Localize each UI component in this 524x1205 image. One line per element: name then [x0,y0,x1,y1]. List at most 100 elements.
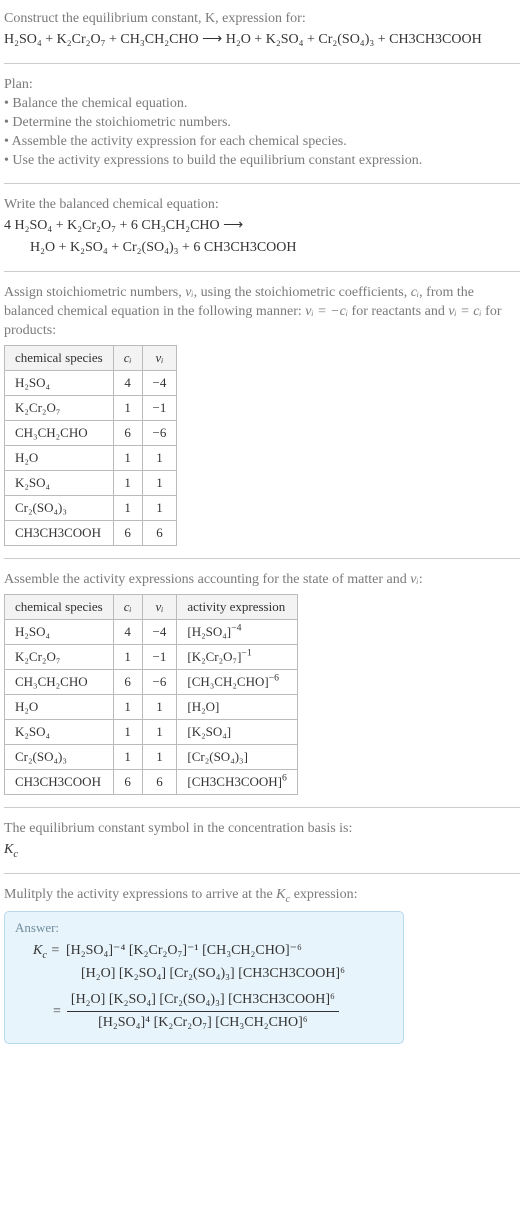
divider [4,558,520,559]
table-row: H₂SO₄4−4 [5,371,177,396]
ci-cell: 4 [113,371,142,396]
activity-cell: [H₂O] [177,694,298,719]
ci-cell: 4 [113,619,142,644]
table-header-row: chemical species cᵢ νᵢ activity expressi… [5,594,298,619]
vi-cell: 1 [142,744,177,769]
assign-text-part: Assign stoichiometric numbers, [4,285,185,300]
balanced-equation-line1: 4 H₂SO₄ + K₂Cr₂O₇ + 6 CH₃CH₂CHO ⟶ [4,215,520,237]
species-cell: H₂O [5,446,114,471]
prompt-line1: Construct the equilibrium constant, K, e… [4,10,520,29]
c-i: cᵢ [411,285,419,300]
col-vi: νᵢ [142,594,177,619]
ci-cell: 1 [113,446,142,471]
assign-text-part: , using the stoichiometric coefficients, [194,285,411,300]
vi-cell: 6 [142,769,177,794]
assign-text-part: for reactants and [348,304,448,319]
activity-cell: [CH3CH3COOH]6 [177,769,298,794]
species-cell: Cr₂(SO₄)₃ [5,744,114,769]
divider [4,873,520,874]
plan-section: Plan: • Balance the chemical equation. •… [4,70,520,176]
activity-cell: [K₂Cr₂O₇]−1 [177,644,298,669]
table-row: H₂O11[H₂O] [5,694,298,719]
kc-inline: Kc [276,887,290,902]
nu-i: νᵢ [410,572,418,587]
species-cell: K₂SO₄ [5,471,114,496]
species-cell: K₂Cr₂O₇ [5,644,114,669]
vi-cell: 1 [142,694,177,719]
relation-products: νᵢ = cᵢ [448,304,481,319]
activity-cell: [K₂SO₄] [177,719,298,744]
vi-cell: 1 [142,719,177,744]
vi-cell: −6 [142,421,177,446]
answer-label: Answer: [15,920,393,936]
col-ci: cᵢ [113,594,142,619]
species-cell: Cr₂(SO₄)₃ [5,496,114,521]
kc-expression-line2: [H₂O] [K₂SO₄] [Cr₂(SO₄)₃] [CH3CH3COOH]⁶ [81,963,393,985]
prompt-section: Construct the equilibrium constant, K, e… [4,4,520,57]
ci-cell: 1 [113,471,142,496]
unbalanced-equation: H₂SO₄ + K₂Cr₂O₇ + CH₃CH₂CHO ⟶ H₂O + K₂SO… [4,29,520,51]
nu-i: νᵢ [185,285,193,300]
stoich-table: chemical species cᵢ νᵢ H₂SO₄4−4 K₂Cr₂O₇1… [4,345,177,546]
answer-box: Answer: Kc = [H₂SO₄]⁻⁴ [K₂Cr₂O₇]⁻¹ [CH₃C… [4,911,404,1044]
ci-cell: 1 [113,396,142,421]
vi-cell: −4 [142,619,177,644]
assemble-text-part: : [419,572,423,587]
col-vi: νᵢ [142,346,177,371]
table-row: K₂Cr₂O₇1−1[K₂Cr₂O₇]−1 [5,644,298,669]
divider [4,271,520,272]
equals-sign: = [53,1001,61,1023]
table-row: K₂SO₄11 [5,471,177,496]
vi-cell: −4 [142,371,177,396]
species-cell: CH3CH3COOH [5,521,114,546]
activity-section: Assemble the activity expressions accoun… [4,565,520,801]
plan-heading: Plan: [4,76,520,95]
divider [4,183,520,184]
plan-item: • Assemble the activity expression for e… [4,133,520,152]
plan-item: • Determine the stoichiometric numbers. [4,114,520,133]
assign-text: Assign stoichiometric numbers, νᵢ, using… [4,284,520,341]
kc-equals: Kc = [33,940,60,962]
kc-symbol-section: The equilibrium constant symbol in the c… [4,814,520,867]
assemble-text-part: Assemble the activity expressions accoun… [4,572,410,587]
table-row: CH3CH3COOH66 [5,521,177,546]
ci-cell: 6 [113,421,142,446]
vi-cell: 1 [142,471,177,496]
multiply-text-part: Mulitply the activity expressions to arr… [4,887,276,902]
species-cell: CH₃CH₂CHO [5,421,114,446]
col-species: chemical species [5,346,114,371]
multiply-section: Mulitply the activity expressions to arr… [4,880,520,1049]
ci-cell: 1 [113,644,142,669]
kc-fraction: [H₂O] [K₂SO₄] [Cr₂(SO₄)₃] [CH3CH3COOH]⁶ … [67,989,339,1035]
assemble-text: Assemble the activity expressions accoun… [4,571,520,590]
table-row: CH₃CH₂CHO6−6 [5,421,177,446]
activity-table: chemical species cᵢ νᵢ activity expressi… [4,594,298,795]
kc-symbol-text: The equilibrium constant symbol in the c… [4,820,520,839]
vi-cell: 1 [142,496,177,521]
kc-expression-line1: Kc = [H₂SO₄]⁻⁴ [K₂Cr₂O₇]⁻¹ [CH₃CH₂CHO]⁻⁶ [33,940,393,962]
table-row: H₂O11 [5,446,177,471]
kc-rhs-line2: [H₂O] [K₂SO₄] [Cr₂(SO₄)₃] [CH3CH3COOH]⁶ [81,966,345,981]
table-header-row: chemical species cᵢ νᵢ [5,346,177,371]
table-row: K₂SO₄11[K₂SO₄] [5,719,298,744]
col-ci: cᵢ [113,346,142,371]
ci-cell: 6 [113,669,142,694]
species-cell: CH₃CH₂CHO [5,669,114,694]
vi-cell: 6 [142,521,177,546]
species-cell: H₂SO₄ [5,371,114,396]
multiply-text: Mulitply the activity expressions to arr… [4,886,520,905]
species-cell: H₂O [5,694,114,719]
plan-item: • Balance the chemical equation. [4,95,520,114]
relation-reactants: νᵢ = −cᵢ [305,304,348,319]
activity-cell: [CH₃CH₂CHO]−6 [177,669,298,694]
balanced-equation-line2: H₂O + K₂SO₄ + Cr₂(SO₄)₃ + 6 CH3CH3COOH [30,237,520,259]
divider [4,63,520,64]
fraction-denominator: [H₂SO₄]⁴ [K₂Cr₂O₇] [CH₃CH₂CHO]⁶ [67,1012,339,1034]
balanced-heading: Write the balanced chemical equation: [4,196,520,215]
table-row: CH3CH3COOH66[CH3CH3COOH]6 [5,769,298,794]
ci-cell: 1 [113,719,142,744]
ci-cell: 6 [113,521,142,546]
ci-cell: 1 [113,744,142,769]
vi-cell: 1 [142,446,177,471]
species-cell: H₂SO₄ [5,619,114,644]
